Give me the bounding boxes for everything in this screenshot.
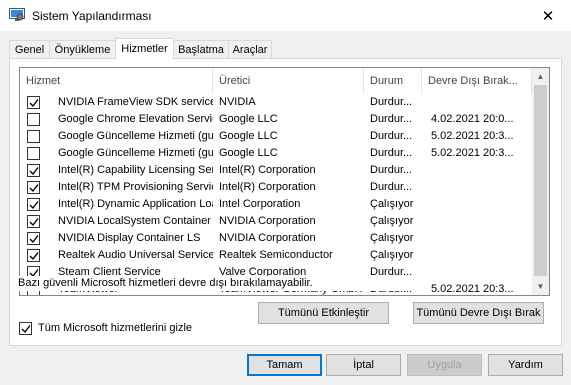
service-name: Realtek Audio Universal Service — [58, 249, 213, 261]
service-name: Google Güncelleme Hizmeti (gup... — [58, 147, 213, 159]
scroll-down-icon[interactable]: ▼ — [532, 278, 549, 295]
service-checkbox[interactable] — [27, 164, 40, 177]
hide-microsoft-checkbox[interactable] — [19, 321, 32, 335]
table-row[interactable]: Google Güncelleme Hizmeti (gup... Google … — [20, 128, 532, 145]
service-vendor: Intel(R) Corporation — [219, 181, 316, 193]
table-row[interactable]: NVIDIA Display Container LS NVIDIA Corpor… — [20, 230, 532, 247]
service-disabled-date — [431, 196, 531, 213]
column-header-vendor[interactable]: Üretici — [213, 68, 364, 94]
service-disabled-date — [431, 230, 531, 247]
service-status: Durdur... — [370, 181, 413, 193]
list-header: Hizmet Üretici Durum Devre Dışı Bırak... — [20, 68, 532, 94]
service-disabled-date — [431, 179, 531, 196]
service-name: NVIDIA LocalSystem Container — [58, 215, 211, 227]
title-bar: Sistem Yapılandırması ✕ — [0, 0, 571, 31]
service-vendor: Intel Corporation — [219, 198, 301, 210]
service-status: Çalışıyor — [370, 249, 414, 261]
tab-baslatma[interactable]: Başlatma — [173, 40, 229, 58]
service-checkbox[interactable] — [27, 198, 40, 211]
help-button[interactable]: Yardım — [488, 354, 563, 376]
service-status: Çalışıyor — [370, 198, 414, 210]
column-header-status[interactable]: Durum — [364, 68, 422, 94]
service-disabled-date: 5.02.2021 20:3... — [431, 283, 514, 295]
service-checkbox[interactable] — [27, 147, 40, 160]
service-name: NVIDIA Display Container LS — [58, 232, 201, 244]
service-disabled-date: 5.02.2021 20:3... — [431, 147, 514, 159]
service-name: NVIDIA FrameView SDK service — [58, 96, 213, 108]
service-disabled-date — [431, 162, 531, 179]
service-vendor: Google LLC — [219, 147, 278, 159]
table-row[interactable]: Realtek Audio Universal Service Realtek S… — [20, 247, 532, 264]
column-header-service[interactable]: Hizmet — [20, 68, 213, 94]
service-checkbox[interactable] — [27, 249, 40, 262]
service-status: Durdur... — [370, 164, 413, 176]
service-disabled-date — [431, 264, 531, 281]
service-status: Durdur... — [370, 113, 413, 125]
service-vendor: NVIDIA — [219, 96, 256, 108]
system-config-icon — [9, 8, 25, 22]
tab-araclar[interactable]: Araçlar — [228, 40, 272, 58]
table-row[interactable]: Google Güncelleme Hizmeti (gup... Google … — [20, 145, 532, 162]
service-vendor: Google LLC — [219, 130, 278, 142]
table-row[interactable]: Intel(R) Capability Licensing Ser... Inte… — [20, 162, 532, 179]
service-disabled-date: 5.02.2021 20:3... — [431, 130, 514, 142]
service-vendor: Intel(R) Corporation — [219, 164, 316, 176]
column-header-disabled-date[interactable]: Devre Dışı Bırak... — [422, 68, 532, 94]
ok-button[interactable]: Tamam — [247, 354, 322, 376]
service-disabled-date — [431, 247, 531, 264]
service-disabled-date: 4.02.2021 20:0... — [431, 113, 514, 125]
table-row[interactable]: NVIDIA LocalSystem Container NVIDIA Corpo… — [20, 213, 532, 230]
tab-genel[interactable]: Genel — [9, 40, 50, 58]
service-status: Çalışıyor — [370, 232, 414, 244]
hide-microsoft-label: Tüm Microsoft hizmetlerini gizle — [38, 322, 193, 334]
service-status: Durdur... — [370, 130, 413, 142]
apply-button[interactable]: Uygula — [407, 354, 482, 376]
service-name: Intel(R) Dynamic Application Loa... — [58, 198, 213, 210]
tab-onyukleme[interactable]: Önyükleme — [49, 40, 116, 58]
service-checkbox[interactable] — [27, 113, 40, 126]
vertical-scrollbar[interactable]: ▲ ▼ — [532, 68, 549, 295]
close-button[interactable]: ✕ — [525, 0, 571, 31]
scroll-up-icon[interactable]: ▲ — [532, 68, 549, 85]
service-vendor: NVIDIA Corporation — [219, 232, 316, 244]
service-disabled-date — [431, 213, 531, 230]
window-title: Sistem Yapılandırması — [32, 9, 152, 23]
scroll-thumb[interactable] — [534, 85, 547, 276]
service-disabled-date — [431, 94, 531, 111]
disable-all-button[interactable]: Tümünü Devre Dışı Bırak — [413, 302, 544, 324]
service-vendor: NVIDIA Corporation — [219, 215, 316, 227]
service-checkbox[interactable] — [27, 96, 40, 109]
table-row[interactable]: Google Chrome Elevation Servic... Google … — [20, 111, 532, 128]
service-checkbox[interactable] — [27, 232, 40, 245]
service-status: Durdur... — [370, 147, 413, 159]
service-checkbox[interactable] — [27, 130, 40, 143]
enable-all-button[interactable]: Tümünü Etkinleştir — [258, 302, 389, 324]
service-name: Google Güncelleme Hizmeti (gup... — [58, 130, 213, 142]
table-row[interactable]: Intel(R) TPM Provisioning Service Intel(R… — [20, 179, 532, 196]
tab-hizmetler[interactable]: Hizmetler — [115, 38, 174, 59]
service-status: Durdur... — [370, 96, 413, 108]
info-note: Bazı güvenli Microsoft hizmetleri devre … — [18, 276, 428, 291]
service-checkbox[interactable] — [27, 181, 40, 194]
service-vendor: Google LLC — [219, 113, 278, 125]
service-vendor: Realtek Semiconductor — [219, 249, 333, 261]
close-icon: ✕ — [541, 7, 555, 25]
cancel-button[interactable]: İptal — [326, 354, 401, 376]
service-name: Intel(R) TPM Provisioning Service — [58, 181, 213, 193]
service-name: Intel(R) Capability Licensing Ser... — [58, 164, 213, 176]
services-list[interactable]: Hizmet Üretici Durum Devre Dışı Bırak...… — [19, 67, 550, 296]
service-name: Google Chrome Elevation Servic... — [58, 113, 213, 125]
table-row[interactable]: NVIDIA FrameView SDK service NVIDIA Durdur… — [20, 94, 532, 111]
service-checkbox[interactable] — [27, 215, 40, 228]
hide-microsoft-services[interactable]: Tüm Microsoft hizmetlerini gizle — [19, 320, 192, 336]
service-status: Çalışıyor — [370, 215, 414, 227]
table-row[interactable]: Intel(R) Dynamic Application Loa... Intel… — [20, 196, 532, 213]
